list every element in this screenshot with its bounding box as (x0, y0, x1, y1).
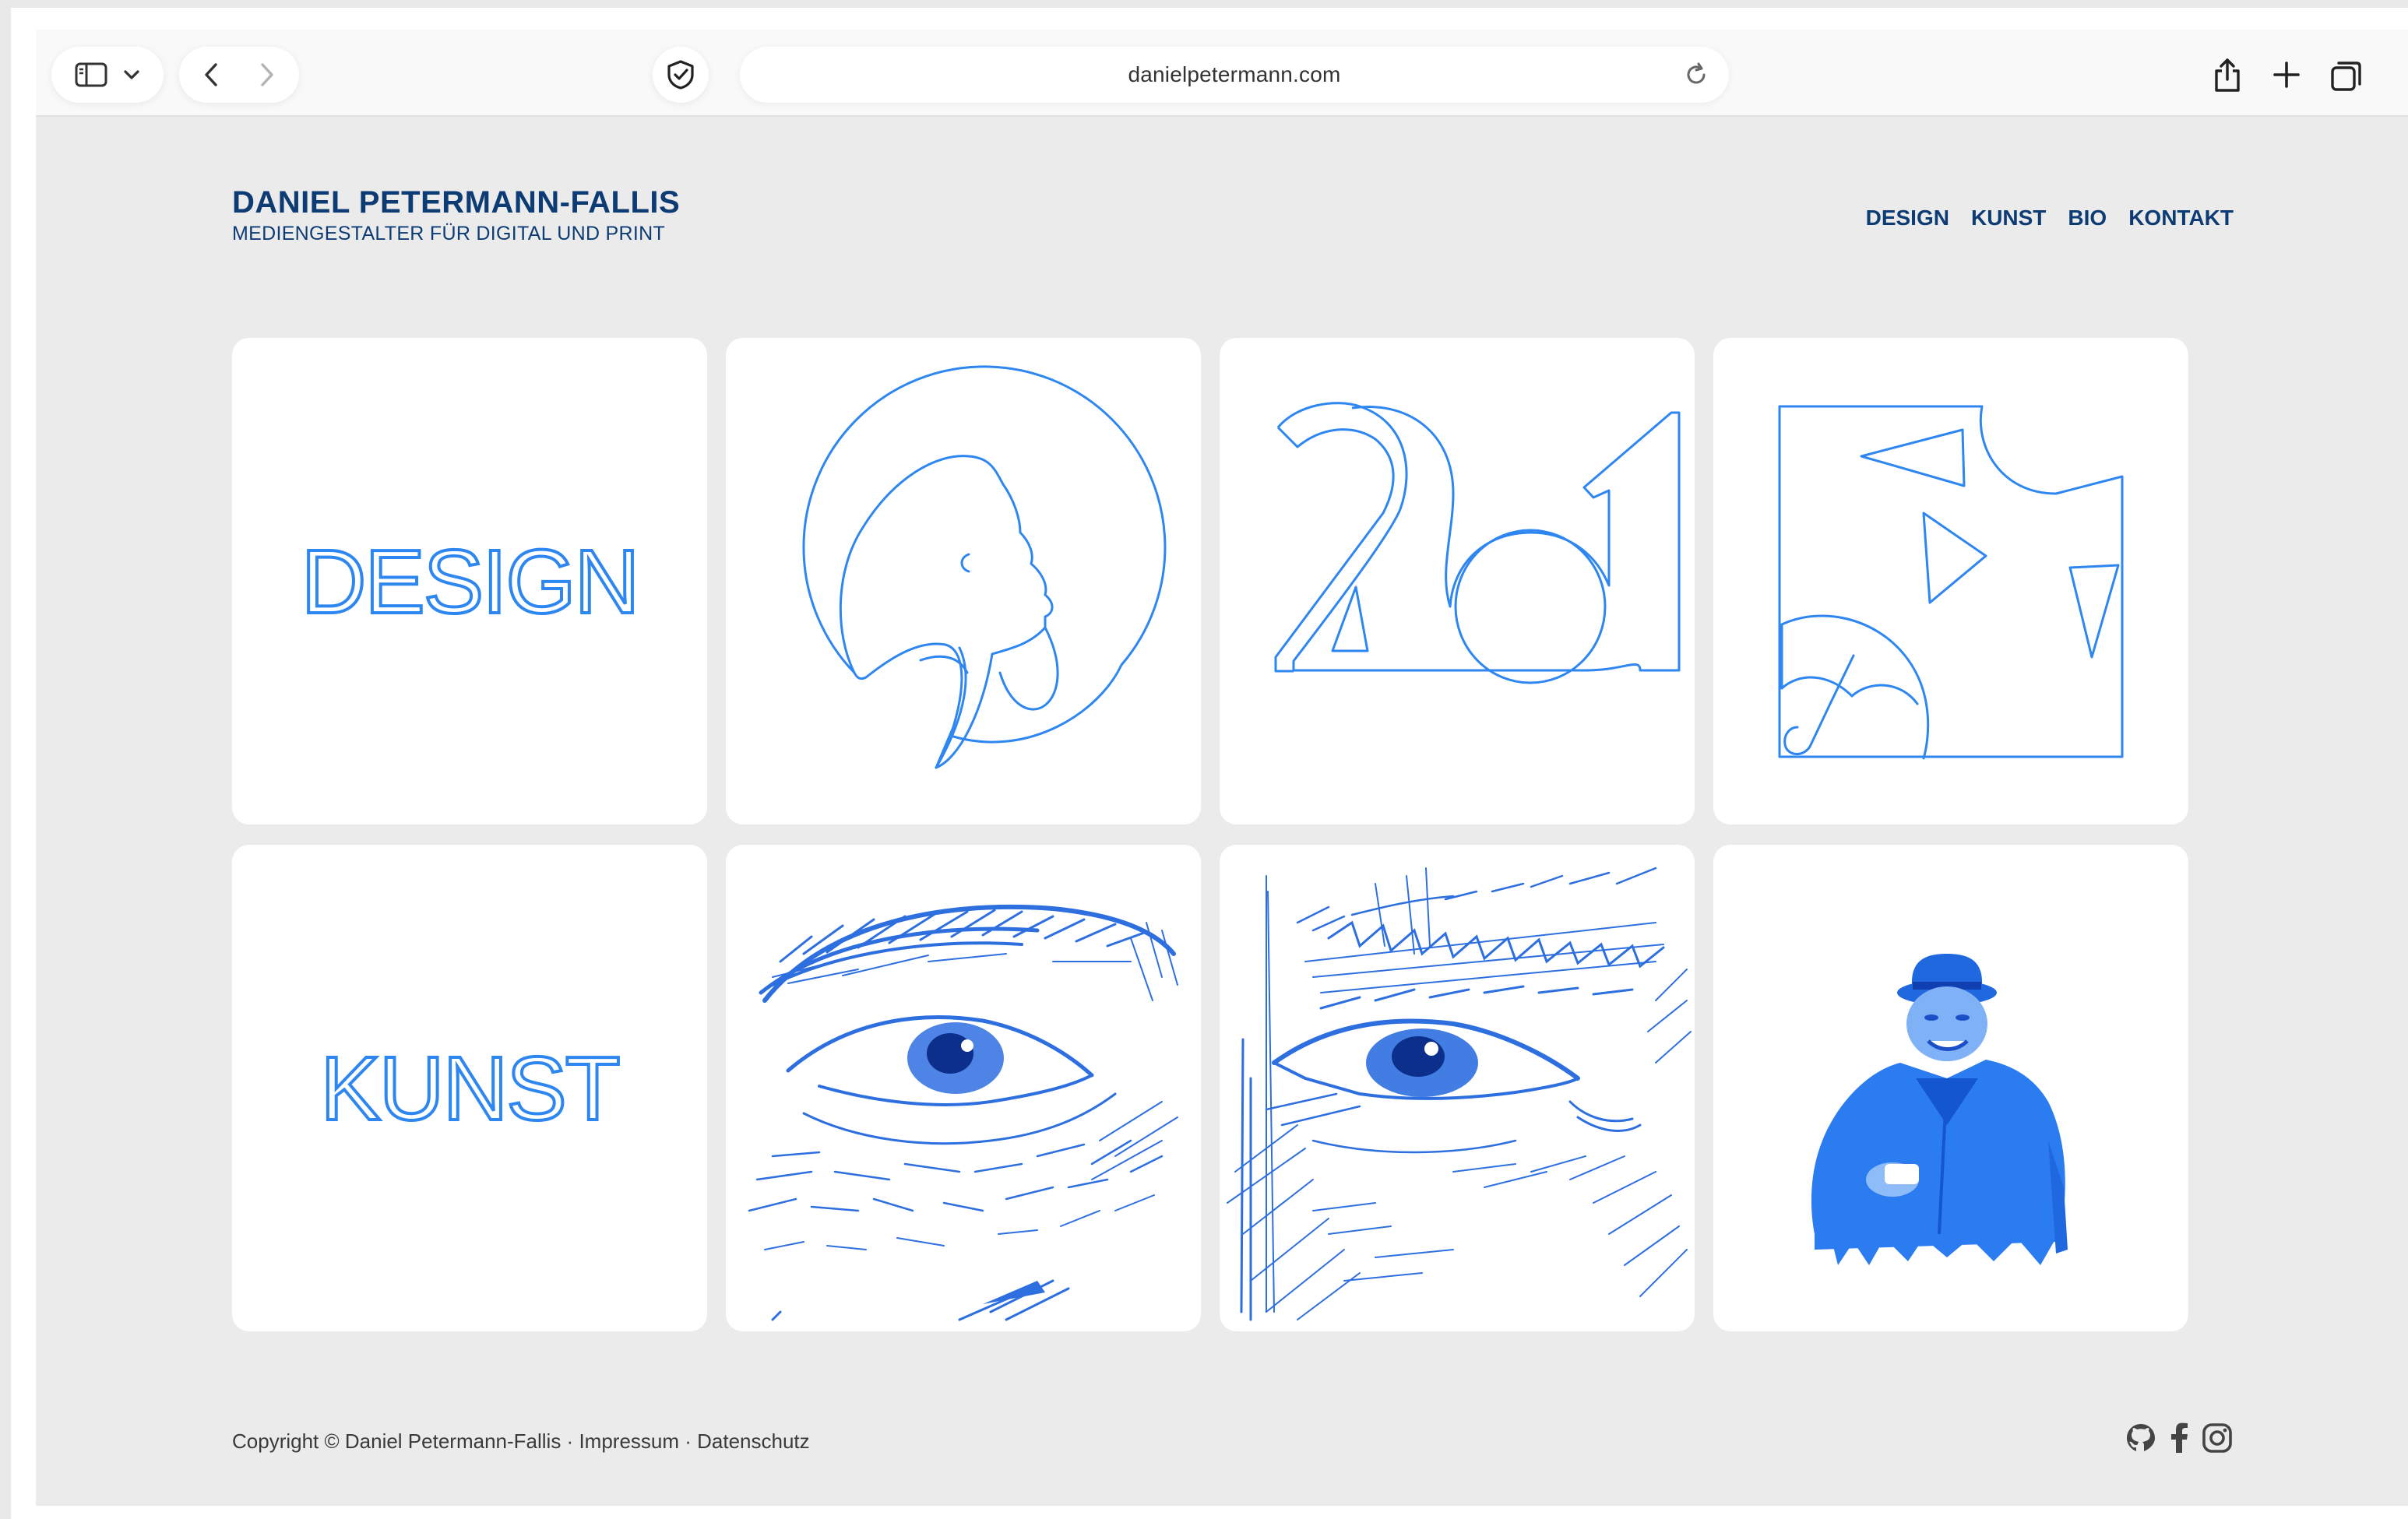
social-links (2125, 1422, 2234, 1458)
umbrella-logo (1778, 405, 2124, 760)
2ol-logo-tile[interactable] (1220, 338, 1695, 825)
nav-design[interactable]: DESIGN (1866, 206, 1949, 230)
main-nav: DESIGN KUNST BIO KONTAKT (1866, 206, 2234, 230)
reload-icon[interactable] (1684, 62, 1709, 91)
footer-separator: · (561, 1429, 579, 1453)
impressum-link[interactable]: Impressum (579, 1429, 679, 1453)
footer-text: Copyright © Daniel Petermann-Fallis · Im… (232, 1429, 810, 1454)
back-icon[interactable] (202, 62, 220, 88)
facebook-icon[interactable] (2168, 1422, 2190, 1458)
umbrella-logo-tile[interactable] (1713, 338, 2188, 825)
gorilla-logo-tile[interactable] (726, 338, 1201, 825)
portrait-image (1811, 954, 2068, 1265)
kunst-tile[interactable]: KUNST (232, 845, 707, 1331)
address-bar[interactable]: danielpetermann.com (740, 47, 1729, 103)
shield-icon (665, 59, 696, 90)
plus-icon[interactable] (2272, 61, 2301, 93)
eye-sketch-image-2 (1227, 867, 1692, 1321)
screen-edge-left (0, 0, 11, 1519)
forward-icon[interactable] (259, 62, 276, 88)
chevron-down-icon[interactable] (123, 69, 140, 81)
datenschutz-link[interactable]: Datenschutz (697, 1429, 810, 1453)
nav-kontakt[interactable]: KONTAKT (2128, 206, 2234, 230)
eye-sketch-tile-1[interactable] (726, 845, 1201, 1331)
github-icon[interactable] (2125, 1422, 2157, 1458)
browser-toolbar: danielpetermann.com (36, 30, 2408, 117)
site-title[interactable]: DANIEL PETERMANN-FALLIS (232, 185, 680, 220)
screen-edge-top (0, 0, 2408, 8)
privacy-report-button[interactable] (653, 47, 709, 103)
tabs-icon[interactable] (2330, 59, 2363, 96)
2ol-logo (1274, 402, 1681, 684)
portfolio-grid: DESIGN KUNST (232, 338, 2266, 1331)
sidebar-icon[interactable] (75, 62, 107, 88)
design-tile[interactable]: DESIGN (232, 338, 707, 825)
copyright-text: Copyright © Daniel Petermann-Fallis (232, 1429, 562, 1453)
gorilla-logo (802, 365, 1167, 769)
eye-sketch-tile-2[interactable] (1220, 845, 1695, 1331)
portrait-tile[interactable] (1713, 845, 2188, 1331)
kunst-tile-label: KUNST (319, 1036, 621, 1141)
url-text: danielpetermann.com (1128, 62, 1341, 86)
design-tile-label: DESIGN (300, 529, 642, 634)
instagram-icon[interactable] (2201, 1422, 2234, 1458)
sidebar-toggle-group (51, 47, 164, 103)
navigation-group (179, 47, 299, 103)
site-subtitle: MEDIENGESTALTER FÜR DIGITAL UND PRINT (232, 223, 666, 244)
nav-kunst[interactable]: KUNST (1971, 206, 2046, 230)
footer-separator: · (679, 1429, 698, 1453)
share-icon[interactable] (2212, 56, 2243, 97)
eye-sketch-image-1 (748, 904, 1178, 1321)
nav-bio[interactable]: BIO (2068, 206, 2107, 230)
browser-window: danielpetermann.com DANIEL PETERMANN-FAL… (36, 30, 2408, 1506)
